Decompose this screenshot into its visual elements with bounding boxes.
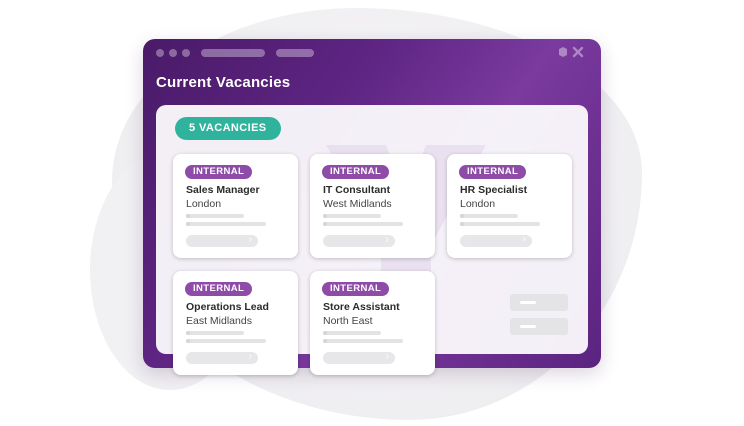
placeholder-line [323,339,403,343]
window-dot [169,49,177,57]
job-card[interactable]: INTERNAL Sales Manager London › [173,154,298,258]
vacancies-count-badge: 5 VACANCIES [175,117,281,140]
job-location: North East [323,315,373,327]
job-card[interactable]: INTERNAL HR Specialist London › [447,154,572,258]
chevron-right-icon: › [248,351,252,362]
window-dot [156,49,164,57]
browser-window: Current Vacancies 5 VACANCIES INTERNAL S… [143,39,601,375]
chevron-right-icon: › [385,234,389,245]
placeholder-line [323,331,381,335]
job-card[interactable]: INTERNAL Operations Lead East Midlands › [173,271,298,375]
view-job-button[interactable]: › [323,234,395,247]
placeholder-line [323,222,403,226]
window-dot [182,49,190,57]
job-location: London [460,198,496,210]
view-job-button[interactable]: › [323,351,395,364]
placeholder-line [186,339,266,343]
internal-badge: INTERNAL [459,165,527,179]
job-location: London [186,198,222,210]
job-title: Store Assistant [323,301,400,313]
chevron-right-icon: › [385,351,389,362]
view-job-button[interactable]: › [186,234,258,247]
placeholder-line [186,331,244,335]
job-title: IT Consultant [323,184,391,196]
chevron-right-icon: › [522,234,526,245]
placeholder-line [460,222,540,226]
pagination-placeholder[interactable] [510,318,568,335]
vacancies-panel: 5 VACANCIES INTERNAL Sales Manager Londo… [156,105,588,375]
address-bar [201,49,265,57]
internal-badge: INTERNAL [322,282,390,296]
internal-badge: INTERNAL [185,282,253,296]
chevron-right-icon: › [248,234,252,245]
close-icon[interactable] [572,46,584,58]
job-title: Sales Manager [186,184,260,196]
view-job-button[interactable]: › [460,234,532,247]
placeholder-line [323,214,381,218]
job-card[interactable]: INTERNAL IT Consultant West Midlands › [310,154,435,258]
illustration-stage: Current Vacancies 5 VACANCIES INTERNAL S… [0,0,744,426]
placeholder-line [186,222,266,226]
page-title: Current Vacancies [156,74,291,91]
internal-badge: INTERNAL [322,165,390,179]
placeholder-line [460,214,518,218]
placeholder-line [186,214,244,218]
view-job-button[interactable]: › [186,351,258,364]
tab-bar [276,49,314,57]
job-title: HR Specialist [460,184,528,196]
job-location: East Midlands [186,315,252,327]
internal-badge: INTERNAL [185,165,253,179]
minimize-icon[interactable] [557,46,569,58]
job-title: Operations Lead [186,301,269,313]
pagination-placeholder[interactable] [510,294,568,311]
job-location: West Midlands [323,198,392,210]
job-card[interactable]: INTERNAL Store Assistant North East › [310,271,435,375]
